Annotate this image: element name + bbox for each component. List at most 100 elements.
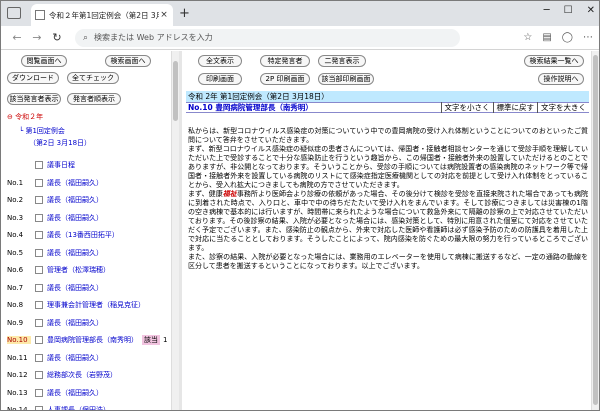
speaker-name-link[interactable]: 議長（13番西田拓平） [47, 230, 119, 240]
address-bar[interactable]: ⌕ 検索または Web アドレスを入力 [75, 28, 460, 47]
search-icon: ⌕ [83, 32, 89, 43]
right-scroll-thumb[interactable] [593, 55, 598, 405]
speaker-number: No.3 [7, 213, 24, 222]
text-larger-button[interactable]: 文字を大きく [537, 102, 589, 113]
speaker-checkbox[interactable] [35, 336, 43, 344]
maximize-icon[interactable]: ☐ [564, 5, 573, 16]
speaker-row[interactable]: No.2 議長（福田嗣久） [7, 192, 171, 208]
meeting-title: 令和 2年 第1回定例会（第2日 3月18日） [186, 91, 589, 102]
speaker-row[interactable]: No.12 総務部次長（岩野茂） [7, 367, 171, 383]
favorites-icon[interactable]: ☆ [523, 32, 532, 43]
two-page-print-button[interactable]: 2P 印刷画面 [260, 73, 310, 85]
tree-year[interactable]: ⊖ 令和２年 [7, 112, 43, 122]
speaker-row[interactable]: No.14 人事課長（保田浩） [7, 402, 171, 410]
two-speech-button[interactable]: 二発言表示 [318, 55, 366, 67]
speaker-name-link[interactable]: 総務部次長（岩野茂） [47, 370, 117, 380]
speaker-checkbox[interactable] [35, 231, 43, 239]
speaker-order-button[interactable]: 発言者順表示 [67, 93, 121, 105]
speaker-row[interactable]: No.5 議長（福田嗣久） [7, 245, 171, 261]
text-run: 事務所より医師会より診療の依頼があった場合、その後分けて検診を受診を直接来院され… [188, 190, 589, 252]
download-button[interactable]: ダウンロード [7, 72, 59, 84]
speaker-name-link[interactable]: 豊岡病院管理部長（南秀明） [47, 335, 138, 345]
speaker-checkbox[interactable] [35, 196, 43, 204]
speaker-checkbox[interactable] [35, 388, 43, 397]
speaker-checkbox[interactable] [35, 371, 43, 379]
speaker-row[interactable]: No.11 議長（福田嗣久） [7, 350, 171, 366]
speaker-checkbox[interactable] [35, 161, 43, 169]
full-text-button[interactable]: 全文表示 [198, 55, 242, 67]
speaker-name-link[interactable]: 議長（福田嗣久） [47, 248, 103, 258]
print-screen-button[interactable]: 印刷画面 [198, 73, 242, 85]
speaker-list-pane: 閲覧画面へ 検索画面へ ダウンロード 全てチェック 該当発言者表示 発言者順表示… [1, 51, 171, 410]
speaker-checkbox[interactable] [35, 178, 43, 187]
window-menu-icon[interactable] [7, 7, 21, 19]
profile-icon[interactable]: ◯ [562, 32, 573, 43]
tab-title: 令和２年第1回定例会（第2日 3月1 [49, 10, 159, 20]
tab-strip: 令和２年第1回定例会（第2日 3月1 × + ─ ☐ ✕ [1, 1, 599, 26]
search-screen-button[interactable]: 検索画面へ [105, 55, 151, 67]
speaker-name-link[interactable]: 理事兼会計管理者（稲見克征） [47, 300, 145, 310]
new-tab-icon[interactable]: + [179, 6, 190, 21]
minimize-icon[interactable]: ─ [544, 5, 550, 16]
reload-icon[interactable]: ↻ [47, 31, 67, 44]
speaker-row[interactable]: No.9 議長（福田嗣久） [7, 315, 171, 331]
speaker-checkbox[interactable] [35, 213, 43, 222]
check-all-button[interactable]: 全てチェック [67, 72, 119, 84]
transcript-pane: 全文表示 特定発言者 二発言表示 検索結果一覧へ 印刷画面 2P 印刷画面 該当… [182, 51, 591, 410]
speaker-number: No.4 [7, 231, 24, 239]
speaker-row[interactable]: No.10 豊岡病院管理部長（南秀明） 該当 1 [7, 332, 171, 348]
match-badge: 該当 [142, 335, 160, 345]
left-scroll-thumb[interactable] [173, 61, 178, 121]
text-standard-button[interactable]: 標準に戻す [492, 102, 538, 113]
toolbar-icons: ☆ ▤ ◯ ⋯ [523, 32, 593, 43]
left-scrollbar[interactable] [171, 51, 179, 410]
speaker-checkbox[interactable] [35, 248, 43, 257]
speaker-header-bar: No.10 豊岡病院管理部長（南秀明） 文字を小さく 標準に戻す 文字を大きく [186, 102, 589, 113]
speaker-name-link[interactable]: 議長（福田嗣久） [47, 178, 103, 188]
speaker-name-link[interactable]: 議長（福田嗣久） [47, 318, 103, 328]
search-results-button[interactable]: 検索結果一覧へ [524, 55, 584, 67]
speaker-row[interactable]: 議事日程 [7, 157, 171, 173]
speaker-row[interactable]: No.4 議長（13番西田拓平） [7, 227, 171, 243]
speaker-row[interactable]: No.6 管理者（松澤瑞穂） [7, 262, 171, 278]
speaker-number: No.7 [7, 283, 24, 292]
forward-icon[interactable]: → [27, 31, 47, 44]
tab-close-icon[interactable]: × [159, 10, 169, 20]
view-screen-button[interactable]: 閲覧画面へ [21, 55, 67, 67]
speaker-row[interactable]: No.13 議長（福田嗣久） [7, 385, 171, 401]
right-scrollbar[interactable] [591, 51, 599, 410]
speaker-checkbox[interactable] [35, 353, 43, 362]
speaker-row[interactable]: No.8 理事兼会計管理者（稲見克征） [7, 297, 171, 313]
speaker-checkbox[interactable] [35, 406, 43, 410]
collections-icon[interactable]: ▤ [542, 32, 551, 43]
speaker-name-link[interactable]: 人事課長（保田浩） [47, 405, 110, 410]
browser-window: 令和２年第1回定例会（第2日 3月1 × + ─ ☐ ✕ ← → ↻ ⌕ 検索ま… [0, 0, 600, 411]
tree-session[interactable]: └ 第1回定例会 [19, 126, 65, 136]
speaker-name-link[interactable]: 管理者（松澤瑞穂） [47, 265, 110, 275]
tree-day[interactable]: （第2日 3月18日） [29, 138, 91, 148]
browser-tab[interactable]: 令和２年第1回定例会（第2日 3月1 × [31, 4, 173, 26]
speaker-checkbox[interactable] [35, 301, 43, 309]
speaker-checkbox[interactable] [35, 318, 43, 327]
back-icon[interactable]: ← [7, 31, 27, 44]
address-placeholder: 検索または Web アドレスを入力 [94, 33, 213, 42]
speaker-print-button[interactable]: 該当部印刷画面 [318, 73, 374, 85]
speaker-name-link[interactable]: 議長（福田嗣久） [47, 283, 103, 293]
text-smaller-button[interactable]: 文字を小さく [440, 102, 493, 113]
speaker-row[interactable]: No.3 議長（福田嗣久） [7, 210, 171, 226]
speaker-number: No.10 [7, 336, 31, 344]
speaker-checkbox[interactable] [35, 283, 43, 292]
more-icon[interactable]: ⋯ [583, 32, 593, 43]
specific-speaker-button[interactable]: 特定発言者 [260, 55, 310, 67]
speaker-checkbox[interactable] [35, 266, 43, 274]
speaker-row[interactable]: No.7 議長（福田嗣久） [7, 280, 171, 296]
speaker-row[interactable]: No.1 議長（福田嗣久） [7, 175, 171, 191]
speaker-name-link[interactable]: 議長（福田嗣久） [47, 195, 103, 205]
close-window-icon[interactable]: ✕ [587, 5, 595, 16]
speaker-name-link[interactable]: 議長（福田嗣久） [47, 213, 103, 223]
speaker-name-link[interactable]: 議長（福田嗣久） [47, 353, 103, 363]
speaker-display-button[interactable]: 該当発言者表示 [7, 93, 61, 105]
help-button[interactable]: 操作説明へ [538, 73, 584, 85]
speaker-name-link[interactable]: 議長（福田嗣久） [47, 388, 103, 398]
speaker-name-link[interactable]: 議事日程 [47, 160, 75, 170]
